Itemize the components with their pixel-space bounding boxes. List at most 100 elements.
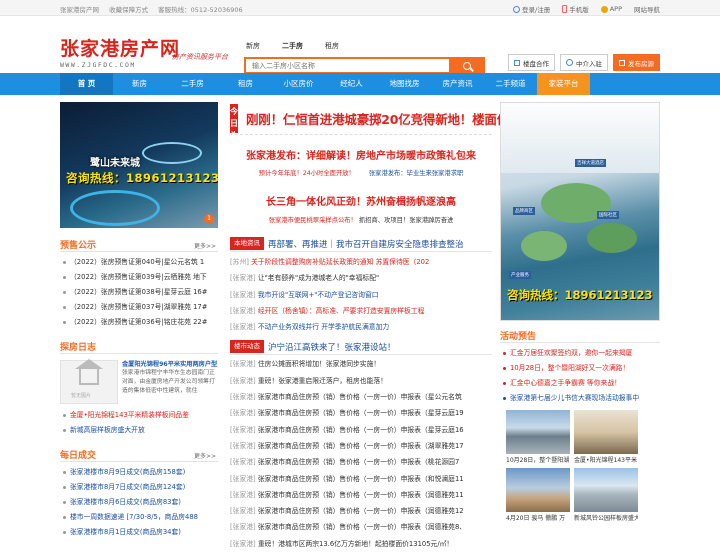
deal-item[interactable]: 张家港楼市8月1日成交(商品房34套)	[60, 525, 218, 540]
left-banner[interactable]: 鹭山未来城 咨询热线：18961213123 1	[60, 102, 218, 228]
gallery-image	[506, 468, 570, 512]
news-source-prefix: [张家港]	[230, 323, 258, 332]
search-tab-new[interactable]: 新房	[246, 41, 260, 51]
news-delta-title[interactable]: 长三角一体化风正劲！苏州奋楫扬帆逐浪高	[230, 193, 492, 208]
nav-item-new[interactable]: 新房	[113, 73, 166, 95]
market-news-item[interactable]: [张家港] 重磅！港城市区两宗13.6亿万方新地！起拍楼面价13105元/㎡！	[230, 536, 492, 552]
market-news-item[interactable]: [张家港] 住房公摊面积将增加！张家港同步实施！	[230, 356, 492, 372]
market-news-item[interactable]: [张家港] 张家港市商品住房预（销）售价格（一房一价）申报表（桃花源园7	[230, 454, 492, 470]
app-link[interactable]: APP	[600, 4, 622, 14]
diary-thumbnail: 暂无图片	[60, 359, 118, 404]
favorite-link[interactable]: 收藏保障方式	[109, 6, 148, 14]
headline-link[interactable]: 刚刚！仁恒首进港城豪掷20亿竞得新地！楼面价	[246, 109, 509, 128]
site-logo[interactable]: 张家港房产网 WWW.ZJGFDC.COM	[60, 34, 180, 69]
news-source-prefix: [张家港]	[230, 306, 258, 315]
diary-header: 探房日志	[60, 340, 218, 354]
nav-item-second-channel[interactable]: 二手频道	[484, 73, 537, 95]
gallery-image	[574, 468, 638, 512]
market-news-item[interactable]: [张家港] 张家港市商品住房预（销）售价格（一房一价）申报表（润德雅苑8、	[230, 519, 492, 535]
middle-column: 今日头条 刚刚！仁恒首进港城豪掷20亿竞得新地！楼面价 张家港发布：详细解读！房…	[230, 102, 509, 552]
sitemap-link[interactable]: 网站导航	[634, 4, 660, 14]
market-news-item[interactable]: [张家港] 张家港市商品住房预（销）售价格（一房一价）申报表（星芽云庭19	[230, 405, 492, 421]
local-news-item[interactable]: [张家港] 不动产业务双线并行 开学季护航民满意加力	[230, 319, 492, 335]
presale-item[interactable]: （2022）张房预售证第040号|星公元名筑 1	[60, 255, 218, 270]
deals-header: 每日成交 更多>>	[60, 448, 218, 462]
gallery-item[interactable]: 新城风铃公园样板房盛大	[574, 468, 638, 522]
news-policy-sub-red[interactable]: 预计今年年底！24小时全面开放！	[259, 170, 355, 177]
app-icon	[600, 5, 608, 13]
news-policy-sub-blue[interactable]: 张家港发布：毕业生来张家港求职	[369, 170, 463, 177]
diary-feature[interactable]: 暂无图片 金厦阳光锦程96平米实用两房户型 张家港市锦程宁丰华东生态园南门正对面…	[60, 359, 218, 408]
activity-item[interactable]: 10月28日，整个暨阳湖好又一次满路！	[500, 361, 660, 376]
nav-item-home[interactable]: 首 页	[60, 73, 113, 95]
right-banner[interactable]: 吉祥大道酒店 品牌商区 国际社区 产业服务 咨询热线：18961213123	[500, 102, 660, 321]
market-news-item[interactable]: [张家港] 张家港市商品住房预（销）售价格（一房一价）申报表（星芽云庭16	[230, 422, 492, 438]
banner-index[interactable]: 1	[204, 214, 214, 224]
gallery-caption: 4月20日 骏马 傲鹏 万	[506, 515, 566, 522]
activity-item[interactable]: 汇金中心德嘉之手争霸赛 等你来战！	[500, 376, 660, 391]
news-headline-text: 住房公摊面积将增加！张家港同步实施！	[257, 360, 381, 369]
market-news-title[interactable]: 沪宁沿江高铁来了！张家港设站！	[268, 341, 396, 353]
news-source-prefix: [张家港]	[230, 409, 258, 418]
shop-coop-button[interactable]: 楼盘合作	[508, 54, 555, 71]
local-news-item[interactable]: [张家港] 经开区（杨舍镇）：高标准、严要求打造安置房样板工程	[230, 303, 492, 319]
search-tab-second[interactable]: 二手房	[282, 41, 303, 51]
news-policy-title[interactable]: 张家港发布：详细解读！房地产市场暖市政策礼包来	[230, 147, 492, 162]
nav-item-prices[interactable]: 小区房价	[272, 73, 325, 95]
search-tab-rent[interactable]: 租房	[325, 41, 339, 51]
post-icon	[619, 59, 625, 66]
banner-decor	[142, 142, 202, 164]
market-news-item[interactable]: [张家港] 张家港市商品住房预（销）售价格（一房一价）申报表（和悦澜庭11	[230, 471, 492, 487]
deal-item[interactable]: 张家港楼市8月6日成交(商品房83套)	[60, 495, 218, 510]
nav-item-map[interactable]: 地图找房	[378, 73, 431, 95]
gallery-item[interactable]: 10月28日，整个暨阳湖	[506, 410, 570, 464]
market-news-item[interactable]: [张家港] 张家港市商品住房预（销）售价格（一房一价）申报表（湖翠雅苑17	[230, 438, 492, 454]
gallery-item[interactable]: 4月20日 骏马 傲鹏 万	[506, 468, 570, 522]
market-news-item[interactable]: [张家港] 重磅！张家港重启限迁落户，租房也能落！	[230, 373, 492, 389]
search-button[interactable]	[449, 57, 485, 74]
mobile-link[interactable]: 手机版	[562, 4, 589, 14]
nav-item-rent[interactable]: 租房	[219, 73, 272, 95]
presale-item[interactable]: （2022）张房预售证第039号|云栖雅苑 地下	[60, 270, 218, 285]
market-news-item[interactable]: [张家港] 张家港市商品住房预（销）售价格（一房一价）申报表（星公元名筑	[230, 389, 492, 405]
market-news-item[interactable]: [张家港] 张家港市商品住房预（销）售价格（一房一价）申报表（润德雅苑11	[230, 487, 492, 503]
presale-item[interactable]: （2022）张房预售证第036号|铭庄花苑 22#	[60, 315, 218, 330]
nav-item-decor[interactable]: 家装平台	[537, 73, 590, 95]
gallery-item[interactable]: 金厦•阳光锦程143平米	[574, 410, 638, 464]
deal-item[interactable]: 楼市一周数据速递 [7/30-8/5，商品房488	[60, 510, 218, 525]
nav-item-agents[interactable]: 经纪人	[325, 73, 378, 95]
local-news-item[interactable]: [张家港] 我市开设"互联网+"不动产登记咨询窗口	[230, 287, 492, 303]
deal-item[interactable]: 张家港楼市8月7日成交(商品房124套)	[60, 480, 218, 495]
login-link[interactable]: 登录/注册	[513, 4, 550, 14]
news-headline-text: 张家港市商品住房预（销）售价格（一房一价）申报表（润德雅苑8、	[257, 523, 467, 532]
news-delta-sub-red[interactable]: 张家港市便民桃翠采样点公布！	[269, 217, 357, 224]
local-news-item[interactable]: [张家港] 让"老有颐养"成为港城老人的"幸福标配"	[230, 270, 492, 286]
local-news-item[interactable]: [苏州] 关于阶段性调整购房补贴延长政策的通知 苏置保待医（202	[230, 254, 492, 270]
diary-item[interactable]: 新城高层样板房盛大开放	[60, 423, 218, 438]
map-label: 国际社区	[597, 211, 619, 219]
agent-join-button[interactable]: 中介入驻	[560, 54, 608, 71]
post-listing-button[interactable]: 发布房源	[613, 54, 660, 71]
presale-item[interactable]: （2022）张房预售证第037号|湖翠雅苑 17#	[60, 300, 218, 315]
logo-text: 张家港房产网	[60, 38, 181, 60]
diary-headline[interactable]: 金厦阳光锦程96平米实用两房户型	[122, 360, 218, 369]
news-delta-sub-rest[interactable]: 抓招商、攻项目！张家港踔厉奋进	[359, 217, 453, 224]
nav-item-news[interactable]: 房产资讯	[431, 73, 484, 95]
site-name-link[interactable]: 张家港房产网	[60, 6, 99, 14]
activity-item[interactable]: 汇金万居狂欢聚签约双，邀你一起来揭厦	[500, 346, 660, 361]
deals-more-link[interactable]: 更多>>	[194, 451, 216, 460]
activity-list: 汇金万居狂欢聚签约双，邀你一起来揭厦 10月28日，整个暨阳湖好又一次满路！ 汇金中…	[500, 346, 660, 406]
top-bar-left: 张家港房产网 收藏保障方式 客服热线：0512-52036906	[60, 4, 251, 14]
presale-header: 预售公示 更多>>	[60, 238, 218, 252]
presale-more-link[interactable]: 更多>>	[194, 241, 216, 250]
search-input[interactable]	[244, 57, 449, 74]
nav-item-second[interactable]: 二手房	[166, 73, 219, 95]
deal-item[interactable]: 张家港楼市8月9日成交(商品房158套)	[60, 465, 218, 480]
local-news-title[interactable]: 再部署、再推进｜我市召开自建房安全隐患排查整治	[268, 238, 464, 250]
diary-item[interactable]: 金厦•阳光锦程143平米精装样板间品鉴	[60, 408, 218, 423]
market-news-item[interactable]: [张家港] 张家港市商品住房预（销）售价格（一房一价）申报表（润德雅苑12	[230, 503, 492, 519]
news-source-prefix: [苏州]	[230, 258, 252, 266]
activity-item[interactable]: 张家港第七届少儿书信大赛现场活动报事中	[500, 391, 660, 406]
news-headline-text: 重磅！港城市区两宗13.6亿万方新地！起拍楼面价13105元/㎡！	[257, 539, 454, 548]
presale-item[interactable]: （2022）张房预售证第038号|星芽云庭 16#	[60, 285, 218, 300]
